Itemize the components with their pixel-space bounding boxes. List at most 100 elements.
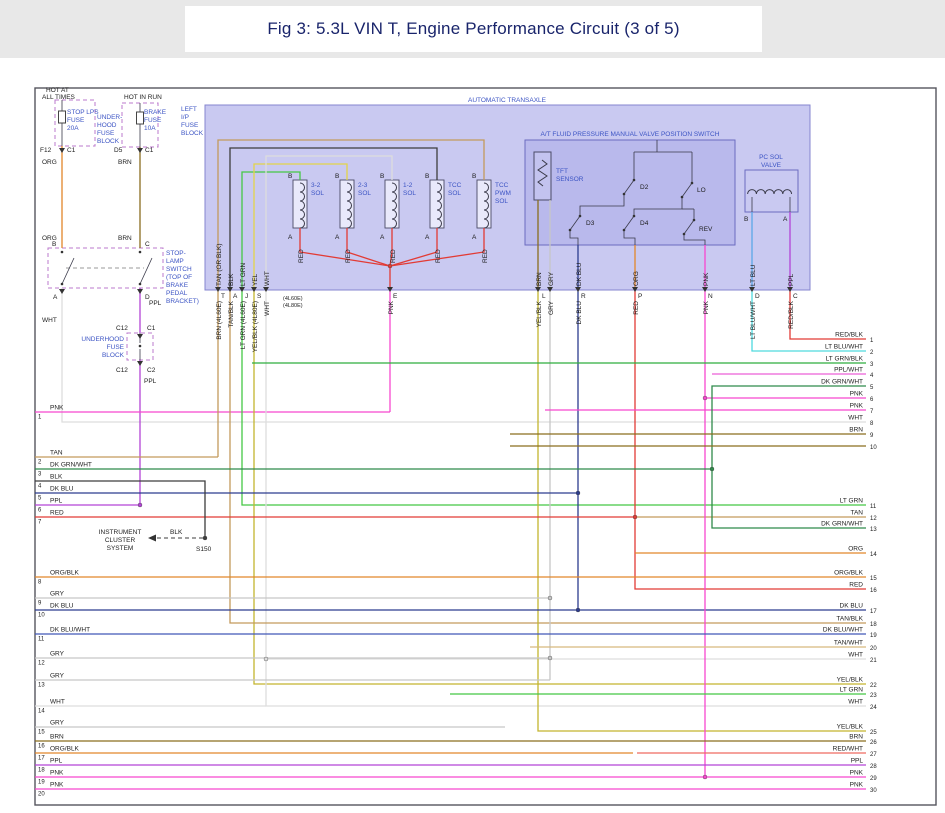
diagram-label: PWM — [495, 190, 511, 197]
diagram-label: D5 — [114, 147, 123, 154]
diagram-label: S150 — [196, 546, 212, 553]
diagram-label: ALL TIMES — [42, 94, 76, 101]
contact-dot — [569, 229, 572, 232]
pin-label: GRY — [50, 673, 65, 680]
pin-number: 20 — [870, 646, 877, 652]
junction-dot — [576, 608, 580, 612]
junction-dot — [203, 536, 207, 540]
diagram-label: AUTOMATIC TRANSAXLE — [468, 97, 547, 104]
diagram-label: WHT — [264, 301, 271, 316]
pin-label: LT GRN — [840, 498, 864, 505]
pin-number: 11 — [38, 637, 45, 643]
diagram-label: SWITCH — [166, 266, 192, 273]
diagram-label: SOL — [358, 190, 371, 197]
diagram-label: SOL — [495, 198, 508, 205]
diagram-label: UNDER- — [97, 114, 122, 121]
diagram-label: HOT IN RUN — [124, 94, 162, 101]
diagram-label: PPL — [788, 273, 795, 286]
diagram-label: PPL — [144, 378, 157, 385]
pin-label: BRN — [849, 734, 863, 741]
diagram-label: FUSE — [181, 122, 199, 129]
pin-number: 17 — [38, 756, 45, 762]
diagram-label: BLOCK — [181, 130, 204, 137]
pin-label: ORG/BLK — [50, 570, 80, 577]
diagram-label: E — [393, 293, 398, 300]
pin-label: PNK — [850, 391, 864, 398]
diagram-label: BLK — [170, 529, 183, 536]
diagram-label: TCC — [448, 182, 462, 189]
diagram-label: SOL — [448, 190, 461, 197]
contact-dot — [623, 193, 626, 196]
diagram-label: D3 — [586, 220, 595, 227]
pin-label: WHT — [50, 699, 65, 706]
diagram-label: RED — [633, 301, 640, 315]
contact-dot — [623, 229, 626, 232]
pin-label: GRY — [50, 720, 65, 727]
diagram-label: PNK — [703, 272, 710, 286]
pin-number: 29 — [870, 776, 877, 782]
pin-label: DK GRN/WHT — [821, 521, 863, 528]
pin-label: PNK — [850, 403, 864, 410]
diagram-label: C1 — [67, 147, 76, 154]
diagram-label: R — [581, 293, 586, 300]
diagram-label: FUSE — [97, 130, 115, 137]
diagram-label: A — [233, 293, 238, 300]
pin-number: 30 — [870, 788, 877, 794]
junction-dot — [264, 657, 268, 661]
stop-lps-fuse-symbol — [59, 111, 66, 123]
contact-dot — [633, 215, 636, 218]
pin-number: 20 — [38, 792, 45, 798]
pin-label: BRN — [849, 427, 863, 434]
junction-dot — [703, 775, 707, 779]
diagram-label: D4 — [640, 220, 649, 227]
contact-dot — [681, 196, 684, 199]
pin-number: 13 — [38, 683, 45, 689]
diagram-label: A — [783, 216, 788, 223]
contact-dot — [139, 283, 142, 286]
diagram-label: T — [221, 293, 225, 300]
junction-dot — [703, 396, 707, 400]
diagram-label: LEFT — [181, 106, 197, 113]
diagram-label: YEL/BLK — [536, 300, 543, 327]
pin-number: 13 — [870, 527, 877, 533]
diagram-label: DK BLU — [576, 262, 583, 286]
diagram-label: SENSOR — [556, 176, 584, 183]
diagram-label: REV — [699, 226, 713, 233]
junction-dot — [710, 467, 714, 471]
diagram-label: UNDERHOOD — [81, 336, 124, 343]
diagram-label: D2 — [640, 184, 649, 191]
pin-label: ORG — [848, 546, 863, 553]
pin-label: PNK — [50, 782, 64, 789]
contact-dot — [691, 182, 694, 185]
contact-dot — [139, 251, 142, 254]
diagram-label: 10A — [144, 125, 156, 132]
diagram-label: 20A — [67, 125, 79, 132]
diagram-label: RED — [435, 249, 442, 263]
pin-number: 10 — [38, 613, 45, 619]
diagram-label: TAN (OR BLK) — [216, 244, 223, 287]
diagram-label: A/T FLUID PRESSURE MANUAL VALVE POSITION… — [541, 131, 720, 138]
diagram-label: BRAKE — [144, 109, 167, 116]
diagram-label: A — [53, 294, 58, 301]
diagram-label: PC SOL — [759, 154, 783, 161]
diagram-label: 2-3 — [358, 182, 368, 189]
diagram-label: ORG — [42, 159, 57, 166]
diagram-label: BLK — [228, 273, 235, 286]
pin-number: 18 — [38, 768, 45, 774]
diagram-label: GRY — [548, 300, 555, 315]
contact-dot — [61, 283, 64, 286]
diagram-label: BRN — [536, 272, 543, 286]
diagram-label: (4L60E) — [283, 296, 303, 302]
pin-number: 16 — [38, 744, 45, 750]
pin-number: 12 — [38, 661, 45, 667]
diagram-label: TFT — [556, 168, 568, 175]
figure-title: Fig 3: 5.3L VIN T, Engine Performance Ci… — [267, 19, 679, 39]
pin-number: 14 — [870, 552, 877, 558]
figure-title-box: Fig 3: 5.3L VIN T, Engine Performance Ci… — [185, 6, 762, 52]
pin-label: YEL/BLK — [837, 724, 864, 731]
diagram-label: I/P — [181, 114, 189, 121]
pin-label: LT GRN/BLK — [826, 356, 864, 363]
diagram-label: LT GRN (4L60E) — [240, 301, 247, 349]
pin-number: 15 — [38, 730, 45, 736]
junction-dot — [633, 515, 637, 519]
